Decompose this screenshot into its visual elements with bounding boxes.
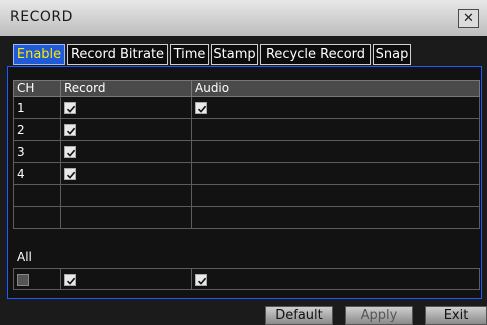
- all-row: [13, 268, 480, 290]
- header-audio: Audio: [191, 80, 480, 97]
- table-header: CH Record Audio: [13, 80, 480, 97]
- record-checkbox[interactable]: [64, 102, 76, 114]
- header-ch: CH: [13, 80, 61, 97]
- table-row: [13, 206, 480, 229]
- table-row: [13, 184, 480, 207]
- audio-checkbox[interactable]: [195, 102, 207, 114]
- tab-time[interactable]: Time: [170, 44, 209, 65]
- all-record-checkbox[interactable]: [64, 273, 76, 286]
- channel-number: 4: [13, 162, 61, 185]
- all-label: All: [17, 250, 32, 264]
- table-row: 3: [13, 140, 480, 163]
- all-audio-cell: [191, 268, 480, 290]
- default-button[interactable]: Default: [265, 306, 333, 325]
- all-select-checkbox[interactable]: [17, 273, 29, 286]
- all-audio-checkbox[interactable]: [195, 273, 207, 286]
- record-cell: [60, 118, 192, 141]
- tab-stamp[interactable]: Stamp: [211, 44, 258, 65]
- exit-button[interactable]: Exit: [425, 306, 487, 325]
- channel-number: [13, 206, 61, 229]
- audio-cell[interactable]: [191, 162, 480, 185]
- record-cell: [60, 140, 192, 163]
- channel-number: [13, 184, 61, 207]
- all-select-cell: [13, 268, 61, 290]
- record-cell: [60, 162, 192, 185]
- record-checkbox[interactable]: [64, 146, 76, 158]
- tab-enable[interactable]: Enable: [13, 44, 65, 65]
- channel-number: 2: [13, 118, 61, 141]
- header-record: Record: [60, 80, 192, 97]
- tab-snap[interactable]: Snap: [373, 44, 411, 65]
- audio-cell: [191, 96, 480, 119]
- apply-button[interactable]: Apply: [345, 306, 413, 325]
- audio-cell: [191, 184, 480, 207]
- table-row: 1: [13, 96, 480, 119]
- channel-number: 1: [13, 96, 61, 119]
- record-checkbox[interactable]: [64, 124, 76, 136]
- window-title: RECORD: [10, 9, 73, 25]
- tab-record-bitrate[interactable]: Record Bitrate: [67, 44, 168, 65]
- channel-table: CH Record Audio 1 2 3 4: [13, 80, 480, 229]
- audio-cell: [191, 206, 480, 229]
- audio-cell[interactable]: [191, 118, 480, 141]
- close-icon[interactable]: ✕: [458, 9, 479, 28]
- audio-cell[interactable]: [191, 140, 480, 163]
- record-checkbox[interactable]: [64, 168, 76, 180]
- record-cell: [60, 184, 192, 207]
- record-cell: [60, 96, 192, 119]
- table-row: 2: [13, 118, 480, 141]
- record-cell: [60, 206, 192, 229]
- enable-panel: CH Record Audio 1 2 3 4 All: [7, 66, 482, 299]
- all-record-cell: [60, 268, 192, 290]
- table-row: 4: [13, 162, 480, 185]
- title-bar: RECORD ✕: [0, 0, 487, 36]
- channel-number: 3: [13, 140, 61, 163]
- tab-recycle-record[interactable]: Recycle Record: [260, 44, 371, 65]
